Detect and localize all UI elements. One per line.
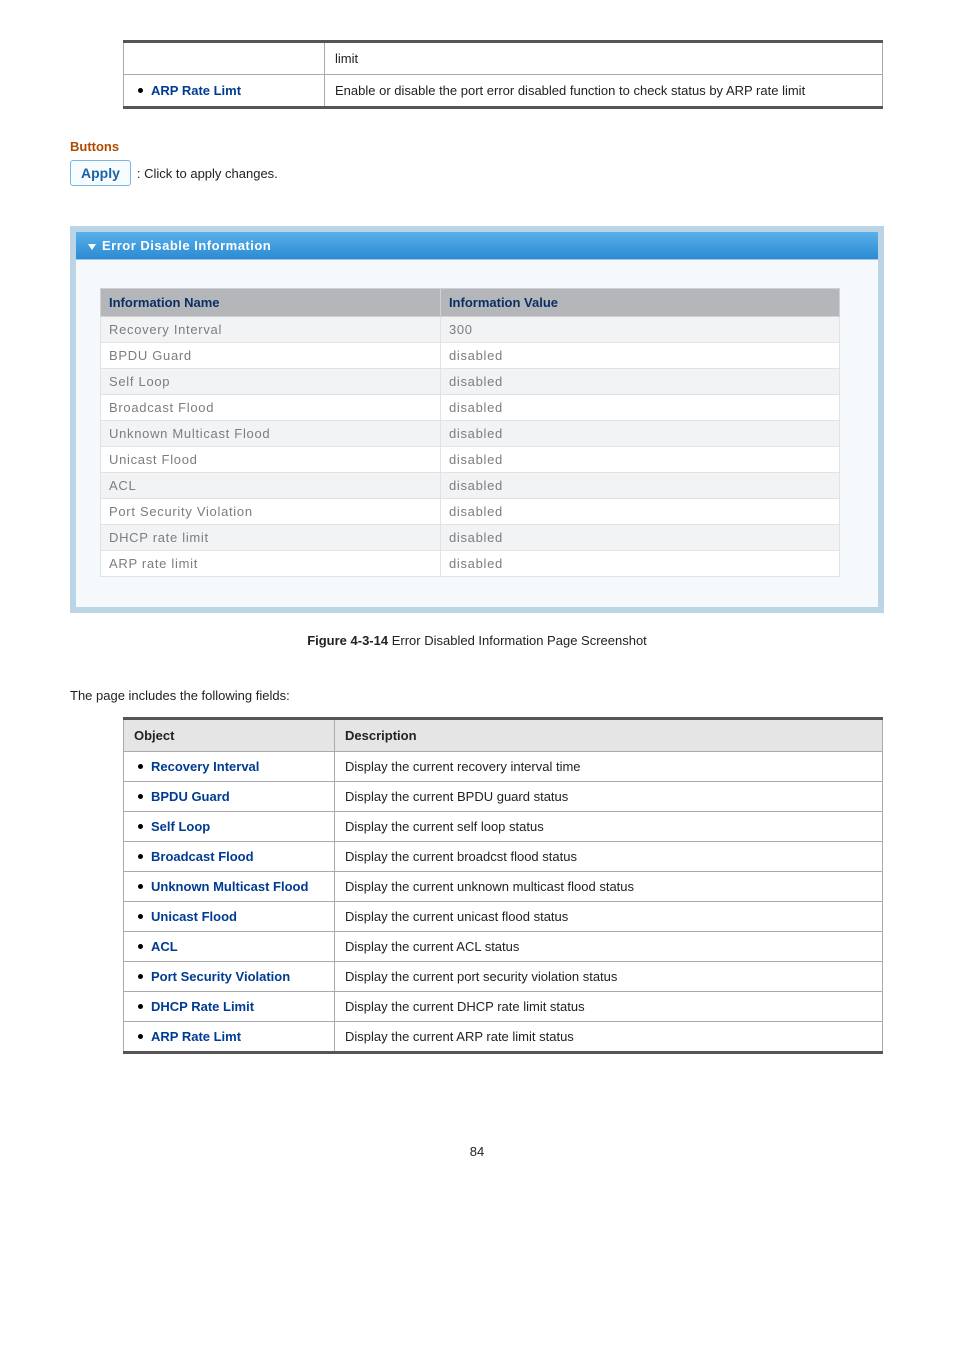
bullet-icon <box>138 764 143 769</box>
desc-cell-object: Broadcast Flood <box>124 842 335 872</box>
info-cell-value: disabled <box>440 525 839 551</box>
desc-cell-description: Display the current port security violat… <box>335 962 883 992</box>
panel-header[interactable]: Error Disable Information <box>76 232 878 260</box>
desc-cell-object: Unicast Flood <box>124 902 335 932</box>
info-header-value: Information Value <box>440 289 839 317</box>
desc-cell-description: Display the current DHCP rate limit stat… <box>335 992 883 1022</box>
desc-cell-description: Display the current broadcst flood statu… <box>335 842 883 872</box>
arp-rate-limit-desc: Enable or disable the port error disable… <box>325 75 883 108</box>
table-row: DHCP rate limitdisabled <box>101 525 840 551</box>
table-row: Broadcast FloodDisplay the current broad… <box>124 842 883 872</box>
info-cell-value: disabled <box>440 343 839 369</box>
table-row: DHCP Rate LimitDisplay the current DHCP … <box>124 992 883 1022</box>
panel-title: Error Disable Information <box>102 238 271 253</box>
desc-cell-object: Recovery Interval <box>124 752 335 782</box>
table-row: Recovery IntervalDisplay the current rec… <box>124 752 883 782</box>
info-cell-name: BPDU Guard <box>101 343 441 369</box>
arp-rate-limit-label: ARP Rate Limt <box>124 75 325 108</box>
desc-cell-object: Port Security Violation <box>124 962 335 992</box>
top-row1-right: limit <box>325 42 883 75</box>
info-cell-name: Recovery Interval <box>101 317 441 343</box>
table-row: limit <box>124 42 883 75</box>
apply-button[interactable]: Apply <box>70 160 131 186</box>
table-row: BPDU Guarddisabled <box>101 343 840 369</box>
bullet-icon <box>138 794 143 799</box>
info-cell-value: disabled <box>440 499 839 525</box>
table-row: Port Security ViolationDisplay the curre… <box>124 962 883 992</box>
info-cell-value: disabled <box>440 395 839 421</box>
bullet-icon <box>138 974 143 979</box>
info-cell-value: 300 <box>440 317 839 343</box>
apply-note: : Click to apply changes. <box>137 166 278 181</box>
info-cell-name: Self Loop <box>101 369 441 395</box>
table-row: Port Security Violationdisabled <box>101 499 840 525</box>
table-row: Broadcast Flooddisabled <box>101 395 840 421</box>
desc-header-object: Object <box>124 719 335 752</box>
desc-cell-description: Display the current recovery interval ti… <box>335 752 883 782</box>
bullet-icon <box>138 1034 143 1039</box>
error-disable-info-table: Information Name Information Value Recov… <box>100 288 840 577</box>
desc-cell-object: DHCP Rate Limit <box>124 992 335 1022</box>
page-number: 84 <box>70 1144 884 1159</box>
description-table: Object Description Recovery IntervalDisp… <box>123 717 883 1054</box>
desc-cell-description: Display the current unknown multicast fl… <box>335 872 883 902</box>
desc-cell-description: Display the current ARP rate limit statu… <box>335 1022 883 1053</box>
info-cell-value: disabled <box>440 447 839 473</box>
bullet-icon <box>138 88 143 93</box>
bullet-icon <box>138 914 143 919</box>
buttons-heading: Buttons <box>70 139 884 154</box>
desc-header-description: Description <box>335 719 883 752</box>
table-row: ARP Rate LimtDisplay the current ARP rat… <box>124 1022 883 1053</box>
bullet-icon <box>138 944 143 949</box>
info-cell-value: disabled <box>440 551 839 577</box>
caret-down-icon <box>88 244 96 250</box>
bullet-icon <box>138 854 143 859</box>
table-row: Self LoopDisplay the current self loop s… <box>124 812 883 842</box>
table-row: ACLDisplay the current ACL status <box>124 932 883 962</box>
table-row: Unknown Multicast Flooddisabled <box>101 421 840 447</box>
top-row1-left-blank <box>124 42 325 75</box>
table-row: Self Loopdisabled <box>101 369 840 395</box>
table-row: ACLdisabled <box>101 473 840 499</box>
desc-cell-object: BPDU Guard <box>124 782 335 812</box>
info-cell-name: Port Security Violation <box>101 499 441 525</box>
table-row: Unicast Flooddisabled <box>101 447 840 473</box>
fields-intro: The page includes the following fields: <box>70 688 884 703</box>
info-cell-value: disabled <box>440 473 839 499</box>
table-row: Unicast FloodDisplay the current unicast… <box>124 902 883 932</box>
bullet-icon <box>138 1004 143 1009</box>
desc-cell-object: ACL <box>124 932 335 962</box>
info-header-name: Information Name <box>101 289 441 317</box>
info-cell-value: disabled <box>440 369 839 395</box>
info-cell-name: ARP rate limit <box>101 551 441 577</box>
figure-caption: Figure 4-3-14 Error Disabled Information… <box>70 633 884 648</box>
bullet-icon <box>138 884 143 889</box>
figure-number: Figure 4-3-14 <box>307 633 388 648</box>
table-row: Recovery Interval300 <box>101 317 840 343</box>
table-row: ARP rate limitdisabled <box>101 551 840 577</box>
info-cell-name: Unknown Multicast Flood <box>101 421 441 447</box>
table-row: BPDU GuardDisplay the current BPDU guard… <box>124 782 883 812</box>
desc-cell-description: Display the current unicast flood status <box>335 902 883 932</box>
info-cell-name: Unicast Flood <box>101 447 441 473</box>
top-continuation-table: limit ARP Rate Limt Enable or disable th… <box>123 40 883 109</box>
info-cell-value: disabled <box>440 421 839 447</box>
desc-cell-object: ARP Rate Limt <box>124 1022 335 1053</box>
figure-caption-text: Error Disabled Information Page Screensh… <box>388 633 647 648</box>
desc-cell-description: Display the current BPDU guard status <box>335 782 883 812</box>
desc-cell-description: Display the current self loop status <box>335 812 883 842</box>
figure-screenshot: Error Disable Information Information Na… <box>70 226 884 613</box>
desc-cell-description: Display the current ACL status <box>335 932 883 962</box>
table-row: Unknown Multicast FloodDisplay the curre… <box>124 872 883 902</box>
desc-cell-object: Unknown Multicast Flood <box>124 872 335 902</box>
info-cell-name: ACL <box>101 473 441 499</box>
info-cell-name: Broadcast Flood <box>101 395 441 421</box>
desc-cell-object: Self Loop <box>124 812 335 842</box>
info-cell-name: DHCP rate limit <box>101 525 441 551</box>
table-row: ARP Rate Limt Enable or disable the port… <box>124 75 883 108</box>
bullet-icon <box>138 824 143 829</box>
